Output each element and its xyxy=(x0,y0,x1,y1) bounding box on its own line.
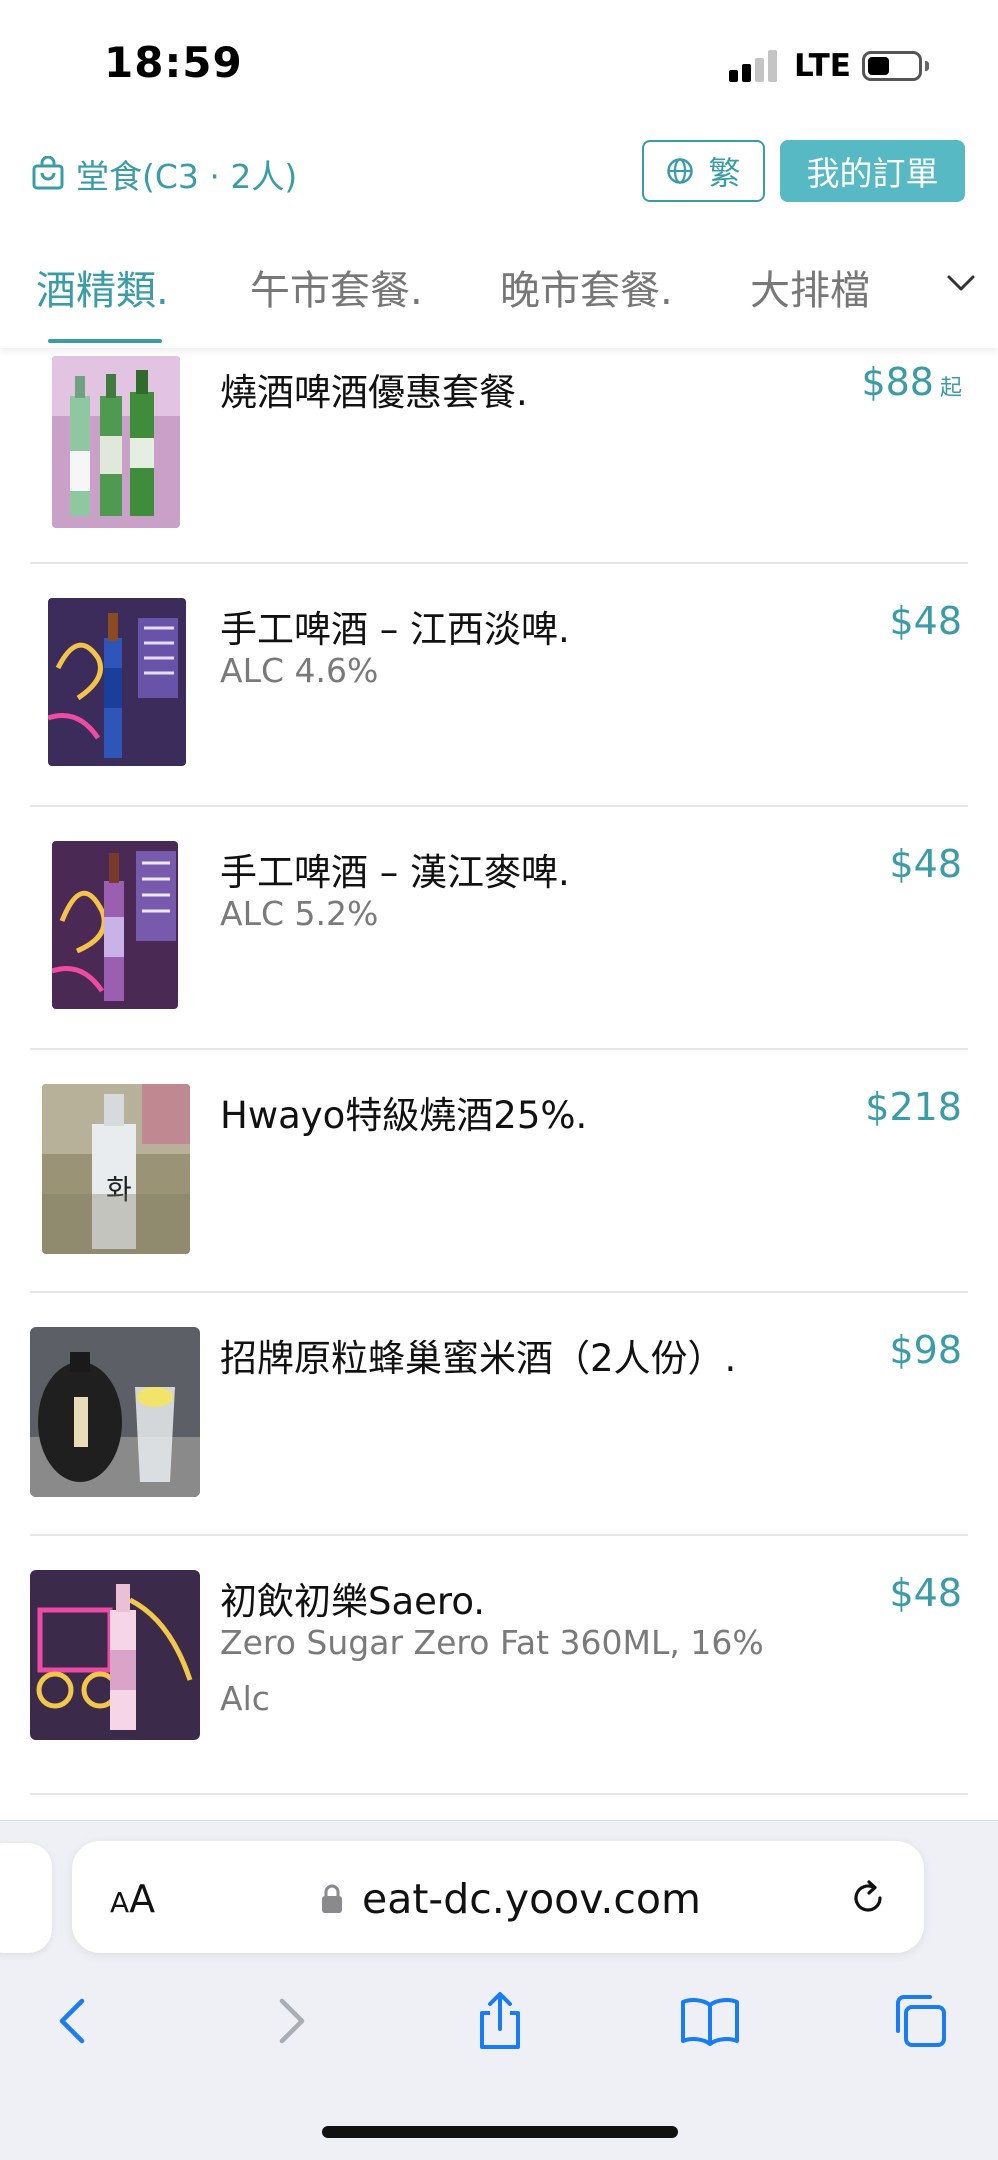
list-item[interactable]: 화 Hwayo特級燒酒25%. $218 xyxy=(0,1079,998,1279)
status-time: 18:59 xyxy=(104,38,243,87)
item-name: 招牌原粒蜂巢蜜米酒（2人份）. xyxy=(220,1337,737,1380)
lock-icon xyxy=(322,1884,342,1913)
dine-in-indicator[interactable]: 堂食(C3 · 2人) xyxy=(30,150,297,198)
chevron-down-icon[interactable] xyxy=(944,266,978,300)
item-name: 燒酒啤酒優惠套餐. xyxy=(220,371,528,414)
battery-icon xyxy=(862,51,922,81)
divider xyxy=(30,1291,968,1293)
divider xyxy=(30,1048,968,1050)
shopping-bag-icon xyxy=(32,156,64,190)
item-description: ALC 5.2% xyxy=(220,894,379,933)
product-image xyxy=(48,598,186,766)
address-bar[interactable]: AA eat-dc.yoov.com xyxy=(72,1841,924,1953)
product-image xyxy=(30,1570,200,1740)
list-item[interactable]: 手工啤酒 – 江西淡啤. ALC 4.6% $48 xyxy=(0,593,998,793)
dine-in-label: 堂食(C3 · 2人) xyxy=(76,157,298,196)
list-item[interactable]: 招牌原粒蜂巢蜜米酒（2人份）. $98 xyxy=(0,1322,998,1522)
product-image xyxy=(30,1327,200,1497)
forward-icon[interactable] xyxy=(258,1989,322,2053)
tab-dai-pai-dong[interactable]: 大排檔 xyxy=(750,258,870,316)
product-image xyxy=(52,356,180,528)
list-item[interactable]: 手工啤酒 – 漢江麥啤. ALC 5.2% $48 xyxy=(0,836,998,1036)
tab-dinner-set[interactable]: 晚市套餐. xyxy=(500,258,673,316)
language-button[interactable]: 繁 xyxy=(642,140,765,202)
globe-icon xyxy=(667,158,694,184)
browser-toolbar: AA eat-dc.yoov.com xyxy=(0,1820,998,2160)
text-size-button[interactable]: AA xyxy=(110,1877,155,1921)
home-indicator xyxy=(322,2126,678,2138)
item-price: $48 xyxy=(889,842,962,886)
category-tabs: 酒精類. 午市套餐. 晚市套餐. 大排檔 xyxy=(0,220,998,348)
item-price: $218 xyxy=(865,1085,962,1129)
divider xyxy=(30,562,968,564)
product-image xyxy=(52,841,178,1009)
list-item[interactable]: 初飲初樂Saero. Zero Sugar Zero Fat 360ML, 16… xyxy=(0,1565,998,1815)
status-bar: 18:59 LTE xyxy=(0,0,998,130)
divider xyxy=(30,1534,968,1536)
active-tab-indicator xyxy=(48,339,162,343)
item-description: Zero Sugar Zero Fat 360ML, 16% Alc xyxy=(220,1623,764,1718)
text-size-small-a: A xyxy=(110,1886,130,1919)
reload-icon[interactable] xyxy=(847,1877,889,1919)
divider xyxy=(30,1793,968,1795)
signal-icon xyxy=(729,50,779,82)
network-type: LTE xyxy=(794,48,851,84)
back-icon[interactable] xyxy=(42,1989,106,2053)
share-icon[interactable] xyxy=(468,1989,532,2053)
language-label: 繁 xyxy=(708,154,741,192)
product-image: 화 xyxy=(42,1084,190,1254)
my-orders-button[interactable]: 我的訂單 xyxy=(780,140,965,202)
list-item[interactable]: 燒酒啤酒優惠套餐. $88 起 xyxy=(0,350,998,562)
url-text: eat-dc.yoov.com xyxy=(362,1875,701,1923)
text-size-large-a: A xyxy=(129,1877,156,1921)
tab-fade xyxy=(880,220,998,346)
item-price: $88 起 xyxy=(861,360,962,404)
item-price: $98 xyxy=(889,1328,962,1372)
bookmarks-icon[interactable] xyxy=(678,1989,742,2053)
previous-tab-peek[interactable] xyxy=(0,1843,52,1953)
price-from-suffix: 起 xyxy=(939,376,962,401)
item-price: $48 xyxy=(889,599,962,643)
tabs-icon[interactable] xyxy=(888,1989,952,2053)
item-description: ALC 4.6% xyxy=(220,651,379,690)
tab-lunch-set[interactable]: 午市套餐. xyxy=(250,258,423,316)
tab-alcohol[interactable]: 酒精類. xyxy=(36,258,169,316)
battery-cap xyxy=(925,61,929,71)
item-price-value: $88 xyxy=(861,360,934,404)
item-name: Hwayo特級燒酒25%. xyxy=(220,1094,588,1137)
divider xyxy=(30,805,968,807)
item-price: $48 xyxy=(889,1571,962,1615)
page-header: 堂食(C3 · 2人) 繁 我的訂單 xyxy=(0,130,998,220)
